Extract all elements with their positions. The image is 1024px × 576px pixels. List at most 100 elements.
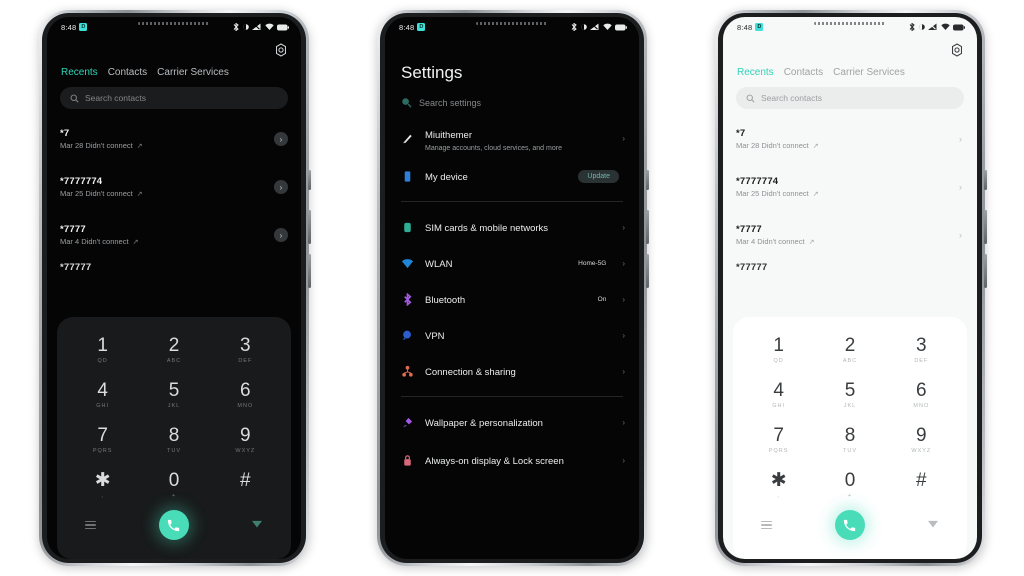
dialpad-key-7[interactable]: 7 PQRS bbox=[743, 419, 814, 461]
gear-icon[interactable] bbox=[274, 43, 288, 57]
tab-carrier-services[interactable]: Carrier Services bbox=[157, 67, 229, 78]
dialer-header bbox=[47, 37, 301, 63]
call-log-row[interactable]: *77777 bbox=[60, 259, 288, 275]
settings-item-wlan[interactable]: WLAN Home-5G › bbox=[385, 245, 639, 281]
dialpad-action-bar bbox=[67, 506, 281, 540]
outgoing-call-icon: ↗ bbox=[812, 142, 819, 150]
call-log-row[interactable]: *77777 bbox=[736, 259, 964, 275]
dialpad-key-0[interactable]: 0 + bbox=[814, 464, 885, 506]
hide-dialpad-icon[interactable] bbox=[927, 520, 939, 530]
dialpad-key-star[interactable]: ✱, bbox=[67, 464, 138, 506]
call-log-row[interactable]: *7 Mar 28 Didn't connect ↗ › bbox=[60, 115, 288, 163]
status-bar: 8:48 D bbox=[47, 17, 301, 37]
hide-dialpad-icon[interactable] bbox=[251, 520, 263, 530]
account-icon bbox=[401, 132, 414, 145]
earpiece-speaker bbox=[138, 22, 210, 25]
settings-item-connection-sharing[interactable]: Connection & sharing › bbox=[385, 353, 639, 389]
settings-divider bbox=[401, 201, 623, 202]
volume-down-button[interactable] bbox=[984, 254, 987, 288]
dialpad-key-6[interactable]: 6 MNO bbox=[886, 374, 957, 416]
tab-recents[interactable]: Recents bbox=[61, 67, 98, 78]
key-letters: WXYZ bbox=[235, 447, 256, 454]
dialpad-key-8[interactable]: 8 TUV bbox=[814, 419, 885, 461]
call-log-row[interactable]: *7 Mar 28 Didn't connect ↗ › bbox=[736, 115, 964, 163]
gear-icon[interactable] bbox=[950, 43, 964, 57]
status-bar-left: 8:48 D bbox=[399, 23, 426, 32]
dialpad-key-hash[interactable]: # bbox=[886, 464, 957, 506]
outgoing-call-icon: ↗ bbox=[808, 238, 815, 246]
side-button[interactable] bbox=[646, 170, 649, 190]
volume-down-button[interactable] bbox=[308, 254, 311, 288]
chevron-right-icon: › bbox=[622, 417, 625, 427]
tab-contacts[interactable]: Contacts bbox=[108, 67, 147, 78]
call-log-row[interactable]: *7777 Mar 4 Didn't connect ↗ › bbox=[736, 211, 964, 259]
volume-up-button[interactable] bbox=[308, 210, 311, 244]
call-number: *7777774 bbox=[736, 176, 779, 187]
dialpad-keys: 1 QD 2 ABC 3 DEF 4 GHI 5 JKL 6 MNO 7 PQRS 8 TUV … bbox=[743, 329, 957, 506]
settings-item-bluetooth[interactable]: Bluetooth On › bbox=[385, 281, 639, 317]
dialpad-key-3[interactable]: 3 DEF bbox=[886, 329, 957, 371]
signal-icon bbox=[928, 23, 937, 30]
call-log-row[interactable]: *7777 Mar 4 Didn't connect ↗ › bbox=[60, 211, 288, 259]
settings-item-my-device[interactable]: My device Update bbox=[385, 158, 639, 194]
dialpad-key-7[interactable]: 7 PQRS bbox=[67, 419, 138, 461]
settings-item-wallpaper[interactable]: Wallpaper & personalization › bbox=[385, 404, 639, 440]
settings-item-label: SIM cards & mobile networks bbox=[425, 223, 549, 234]
volume-down-button[interactable] bbox=[646, 254, 649, 288]
search-input[interactable]: Search contacts bbox=[736, 87, 964, 109]
settings-item-text: My device bbox=[425, 167, 567, 185]
key-letters: ABC bbox=[842, 357, 858, 364]
dialpad-key-1[interactable]: 1 QD bbox=[743, 329, 814, 371]
dialpad-key-1[interactable]: 1 QD bbox=[67, 329, 138, 371]
dialpad-key-star[interactable]: ✱, bbox=[743, 464, 814, 506]
tab-carrier-services[interactable]: Carrier Services bbox=[833, 67, 905, 78]
hamburger-menu-icon[interactable] bbox=[85, 520, 96, 530]
tab-contacts[interactable]: Contacts bbox=[784, 67, 823, 78]
dialpad-key-hash[interactable]: # bbox=[210, 464, 281, 506]
key-digit: 7 bbox=[97, 424, 108, 446]
settings-item-vpn[interactable]: VPN › bbox=[385, 317, 639, 353]
hamburger-menu-icon[interactable] bbox=[761, 520, 772, 530]
call-button[interactable] bbox=[158, 510, 189, 540]
dialpad-key-8[interactable]: 8 TUV bbox=[138, 419, 209, 461]
dialpad-key-4[interactable]: 4 GHI bbox=[67, 374, 138, 416]
volume-up-button[interactable] bbox=[646, 210, 649, 244]
dialpad-key-3[interactable]: 3 DEF bbox=[210, 329, 281, 371]
settings-search-input[interactable]: Search settings bbox=[385, 83, 639, 108]
call-button[interactable] bbox=[834, 510, 865, 540]
settings-item-text: Miuithemer Manage accounts, cloud servic… bbox=[425, 125, 611, 152]
side-button[interactable] bbox=[308, 170, 311, 190]
volume-up-button[interactable] bbox=[984, 210, 987, 244]
settings-item-account[interactable]: Miuithemer Manage accounts, cloud servic… bbox=[385, 118, 639, 158]
settings-item-lock-screen[interactable]: Always-on display & Lock screen › bbox=[385, 440, 639, 480]
call-info-button[interactable]: › bbox=[274, 228, 288, 242]
call-log-row[interactable]: *7777774 Mar 25 Didn't connect ↗ › bbox=[60, 163, 288, 211]
dialpad-key-5[interactable]: 5 JKL bbox=[814, 374, 885, 416]
settings-item-value: Home-5G bbox=[578, 259, 607, 267]
dialpad-key-9[interactable]: 9 WXYZ bbox=[886, 419, 957, 461]
call-info-button[interactable]: › bbox=[274, 180, 288, 194]
key-digit: 4 bbox=[97, 379, 108, 401]
dialpad-key-2[interactable]: 2 ABC bbox=[138, 329, 209, 371]
side-button[interactable] bbox=[984, 170, 987, 190]
search-input[interactable]: Search contacts bbox=[60, 87, 288, 109]
dialpad-key-5[interactable]: 5 JKL bbox=[138, 374, 209, 416]
dialpad-key-4[interactable]: 4 GHI bbox=[743, 374, 814, 416]
call-log-row[interactable]: *7777774 Mar 25 Didn't connect ↗ › bbox=[736, 163, 964, 211]
outgoing-call-icon: ↗ bbox=[136, 142, 143, 150]
dialpad-key-0[interactable]: 0 + bbox=[138, 464, 209, 506]
call-icon bbox=[843, 519, 856, 531]
call-info-button[interactable]: › bbox=[959, 134, 964, 144]
settings-item-sim-cards[interactable]: SIM cards & mobile networks › bbox=[385, 209, 639, 245]
settings-item-label: Connection & sharing bbox=[425, 367, 516, 378]
call-info-button[interactable]: › bbox=[274, 132, 288, 146]
update-badge[interactable]: Update bbox=[578, 169, 619, 183]
tab-recents[interactable]: Recents bbox=[737, 67, 774, 78]
call-info-button[interactable]: › bbox=[959, 182, 964, 192]
key-letters: DEF bbox=[914, 357, 929, 364]
dialpad-key-2[interactable]: 2 ABC bbox=[814, 329, 885, 371]
call-info-button[interactable]: › bbox=[959, 230, 964, 240]
dialpad-key-9[interactable]: 9 WXYZ bbox=[210, 419, 281, 461]
dialpad-key-6[interactable]: 6 MNO bbox=[210, 374, 281, 416]
call-detail-text: Mar 4 Didn't connect bbox=[736, 237, 805, 246]
